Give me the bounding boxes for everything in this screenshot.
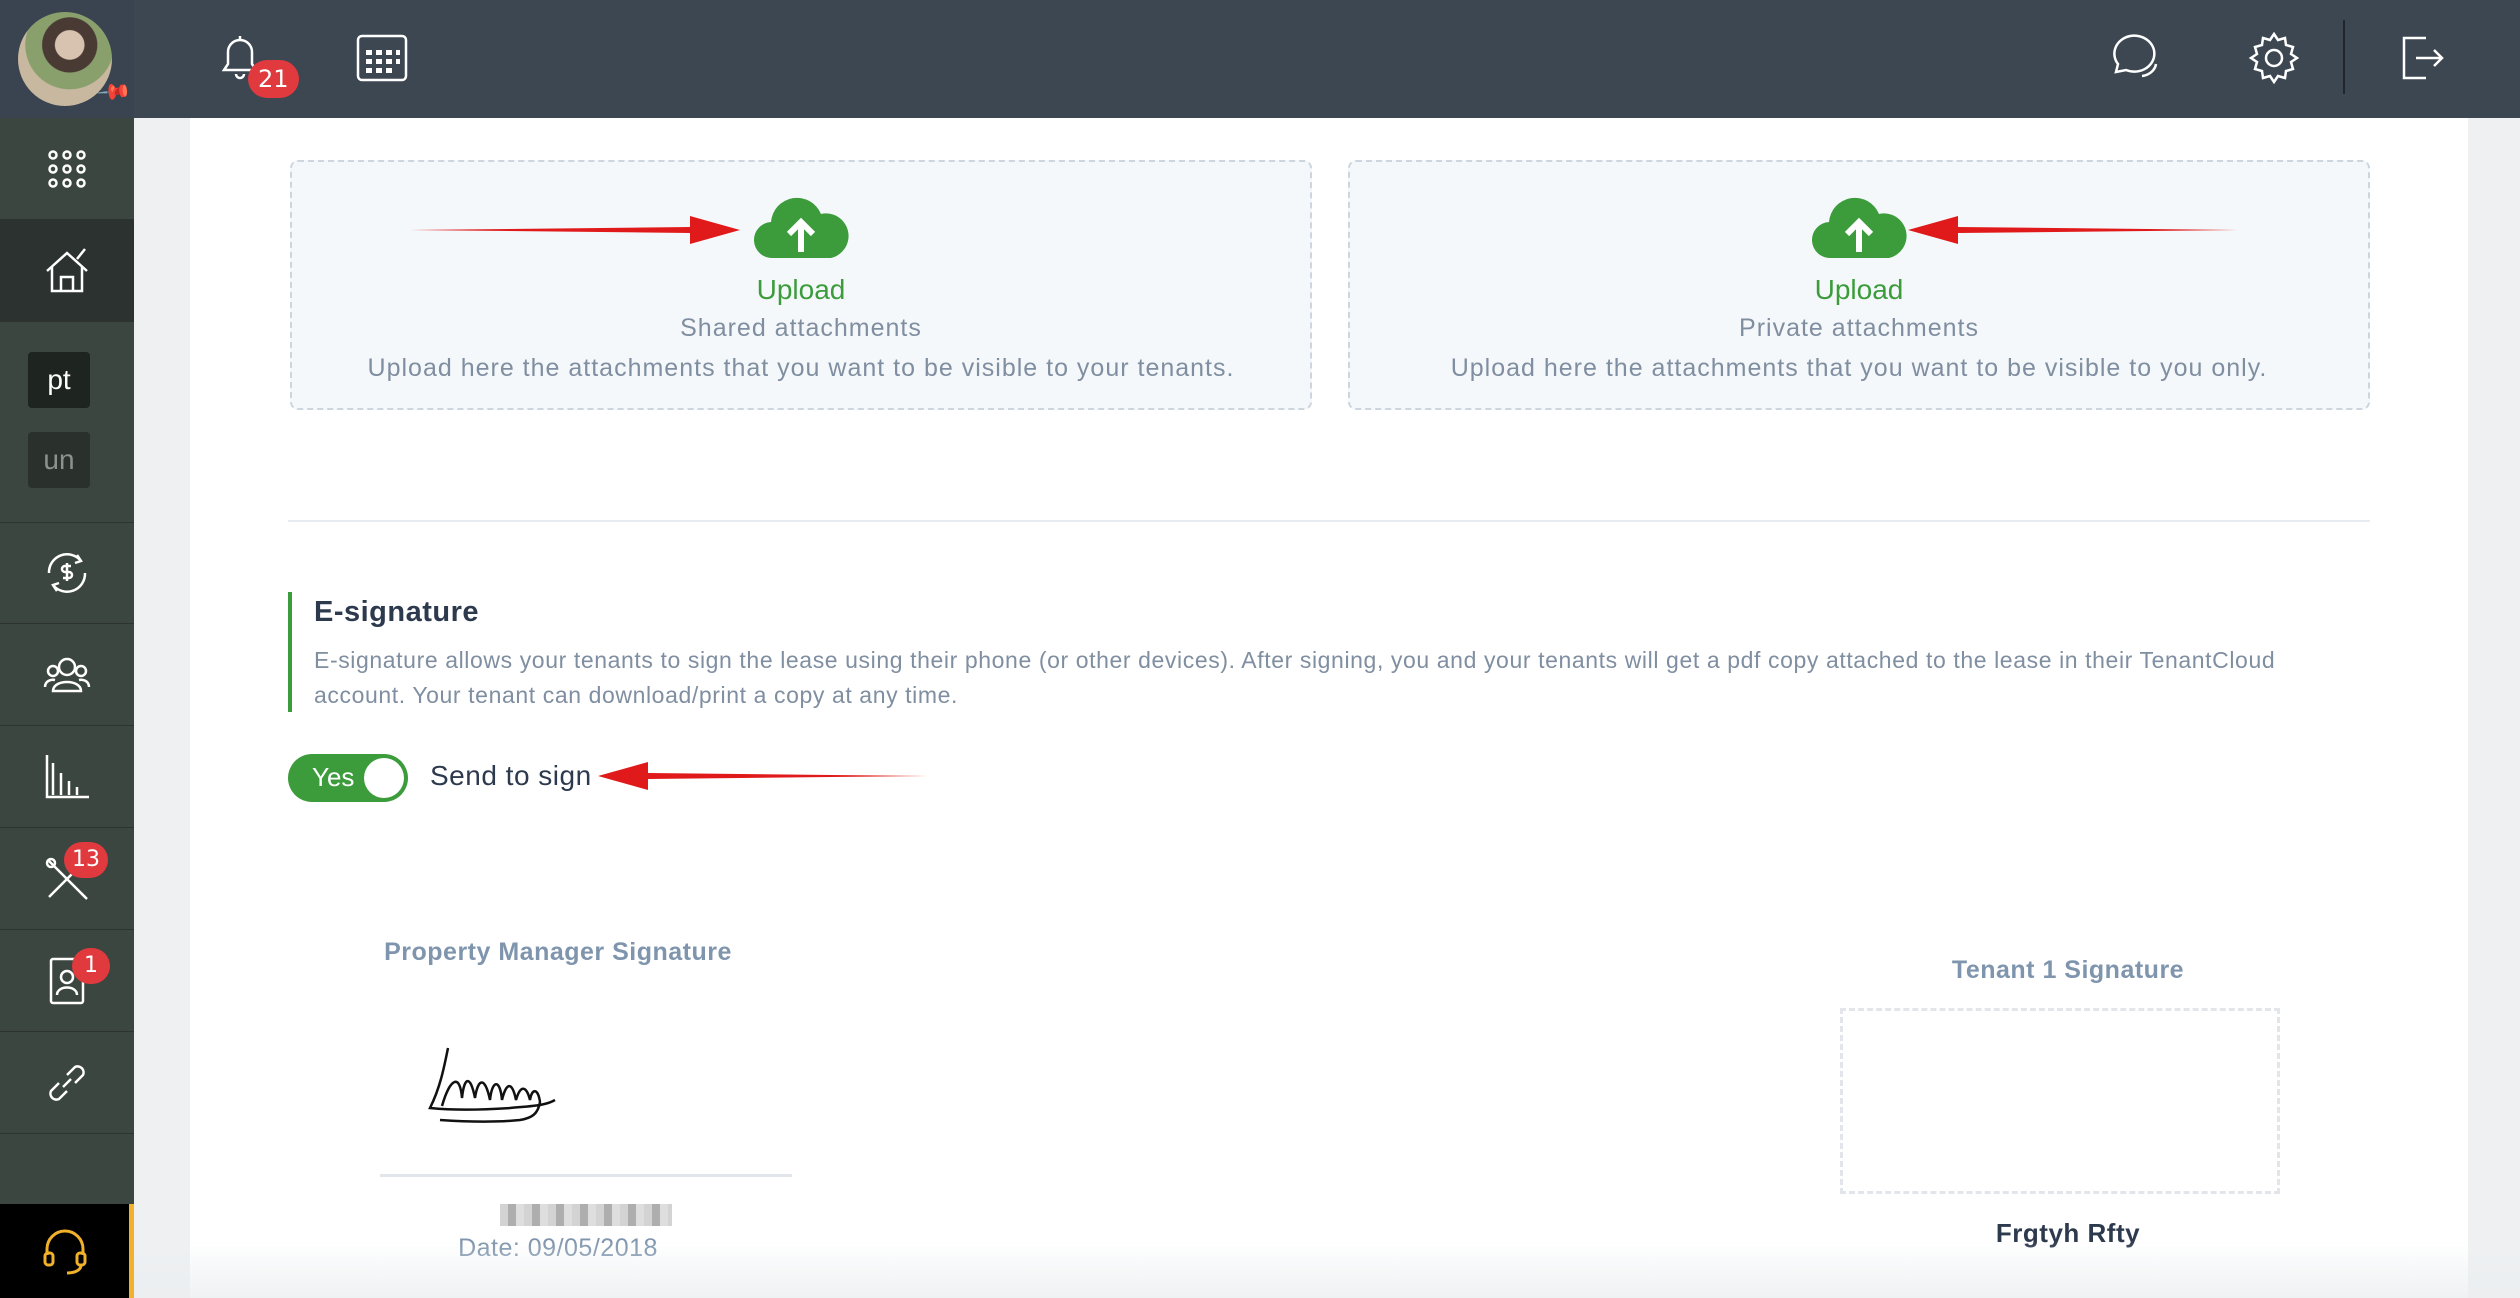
lease-card: Upload Shared attachments Upload here th… bbox=[190, 118, 2468, 1298]
toggle-label: Yes bbox=[312, 762, 355, 792]
chat-button[interactable] bbox=[2104, 28, 2164, 88]
logout-icon bbox=[2402, 36, 2444, 80]
cloud-upload-icon bbox=[1811, 197, 1907, 259]
house-icon bbox=[46, 247, 88, 292]
private-attachments-dropzone[interactable]: Upload Private attachments Upload here t… bbox=[1348, 160, 2370, 410]
gear-icon bbox=[2248, 31, 2300, 85]
support-button[interactable] bbox=[0, 1204, 134, 1298]
sidebar-tile-pt[interactable]: pt bbox=[28, 352, 90, 408]
upload-label: Upload bbox=[756, 274, 846, 305]
private-attachments-description: Upload here the attachments that you wan… bbox=[1450, 354, 2268, 382]
manager-signature-line bbox=[380, 1174, 792, 1177]
shared-attachments-dropzone[interactable]: Upload Shared attachments Upload here th… bbox=[290, 160, 1312, 410]
sidebar-tile-label: pt bbox=[47, 364, 71, 395]
shared-attachments-description: Upload here the attachments that you wan… bbox=[367, 354, 1235, 382]
leases-badge: 1 bbox=[72, 948, 110, 984]
section-divider bbox=[288, 520, 2370, 522]
sidebar-tile-un[interactable]: un bbox=[28, 432, 90, 488]
logout-button[interactable] bbox=[2390, 28, 2450, 88]
calendar-icon bbox=[356, 34, 408, 82]
manager-signature-title: Property Manager Signature bbox=[384, 938, 732, 966]
sidebar-item-accounting[interactable] bbox=[0, 522, 134, 624]
sidebar-item-links[interactable] bbox=[0, 1032, 134, 1134]
notifications-button[interactable]: 21 bbox=[210, 28, 299, 98]
money-cycle-icon bbox=[47, 552, 87, 593]
tenant-signature-title: Tenant 1 Signature bbox=[1951, 956, 2185, 984]
sidebar: 📌 pt un 13 1 bbox=[0, 0, 134, 1298]
notifications-badge: 21 bbox=[248, 60, 299, 98]
upload-label: Upload bbox=[1814, 274, 1904, 305]
annotation-arrow-icon bbox=[1908, 216, 2238, 244]
maintenance-badge: 13 bbox=[64, 842, 108, 878]
link-icon bbox=[49, 1064, 85, 1101]
send-to-sign-toggle[interactable]: Yes bbox=[288, 754, 408, 802]
send-to-sign-label: Send to sign bbox=[430, 760, 592, 791]
sidebar-item-apps[interactable] bbox=[0, 118, 134, 220]
esignature-section: E-signature E-signature allows your tena… bbox=[288, 592, 2370, 712]
headset-icon bbox=[43, 1229, 86, 1275]
handwritten-signature-image bbox=[428, 1047, 556, 1123]
toggle-knob bbox=[364, 758, 404, 798]
topbar-divider bbox=[2343, 20, 2345, 94]
manager-name-redacted bbox=[500, 1204, 672, 1226]
user-avatar-area[interactable]: 📌 bbox=[0, 0, 134, 118]
sidebar-item-properties[interactable] bbox=[0, 220, 134, 322]
cloud-upload-icon bbox=[753, 197, 849, 259]
sidebar-item-leases[interactable]: 1 bbox=[0, 930, 134, 1032]
private-attachments-title: Private attachments bbox=[1739, 314, 1979, 342]
sidebar-item-reports[interactable] bbox=[0, 726, 134, 828]
bar-chart-icon bbox=[45, 754, 89, 798]
chat-icon bbox=[2113, 34, 2158, 78]
sidebar-item-people[interactable] bbox=[0, 624, 134, 726]
shared-attachments-title: Shared attachments bbox=[680, 314, 922, 342]
tenant-signature-box[interactable] bbox=[1840, 1008, 2280, 1194]
sidebar-tile-label: un bbox=[43, 444, 75, 475]
tenant-name: Frgtyh Rfty bbox=[1995, 1218, 2141, 1248]
manager-signature-date: Date: 09/05/2018 bbox=[458, 1234, 658, 1262]
settings-button[interactable] bbox=[2244, 28, 2304, 88]
annotation-arrow-icon bbox=[410, 216, 740, 244]
esignature-heading: E-signature bbox=[314, 596, 480, 628]
esignature-description: E-signature allows your tenants to sign … bbox=[314, 647, 2276, 708]
grid-icon bbox=[48, 149, 86, 188]
users-icon bbox=[43, 657, 91, 692]
calendar-button[interactable] bbox=[352, 28, 412, 88]
annotation-arrow-icon bbox=[598, 762, 928, 790]
topbar: 21 bbox=[134, 0, 2520, 118]
sidebar-item-maintenance[interactable]: 13 bbox=[0, 828, 134, 930]
